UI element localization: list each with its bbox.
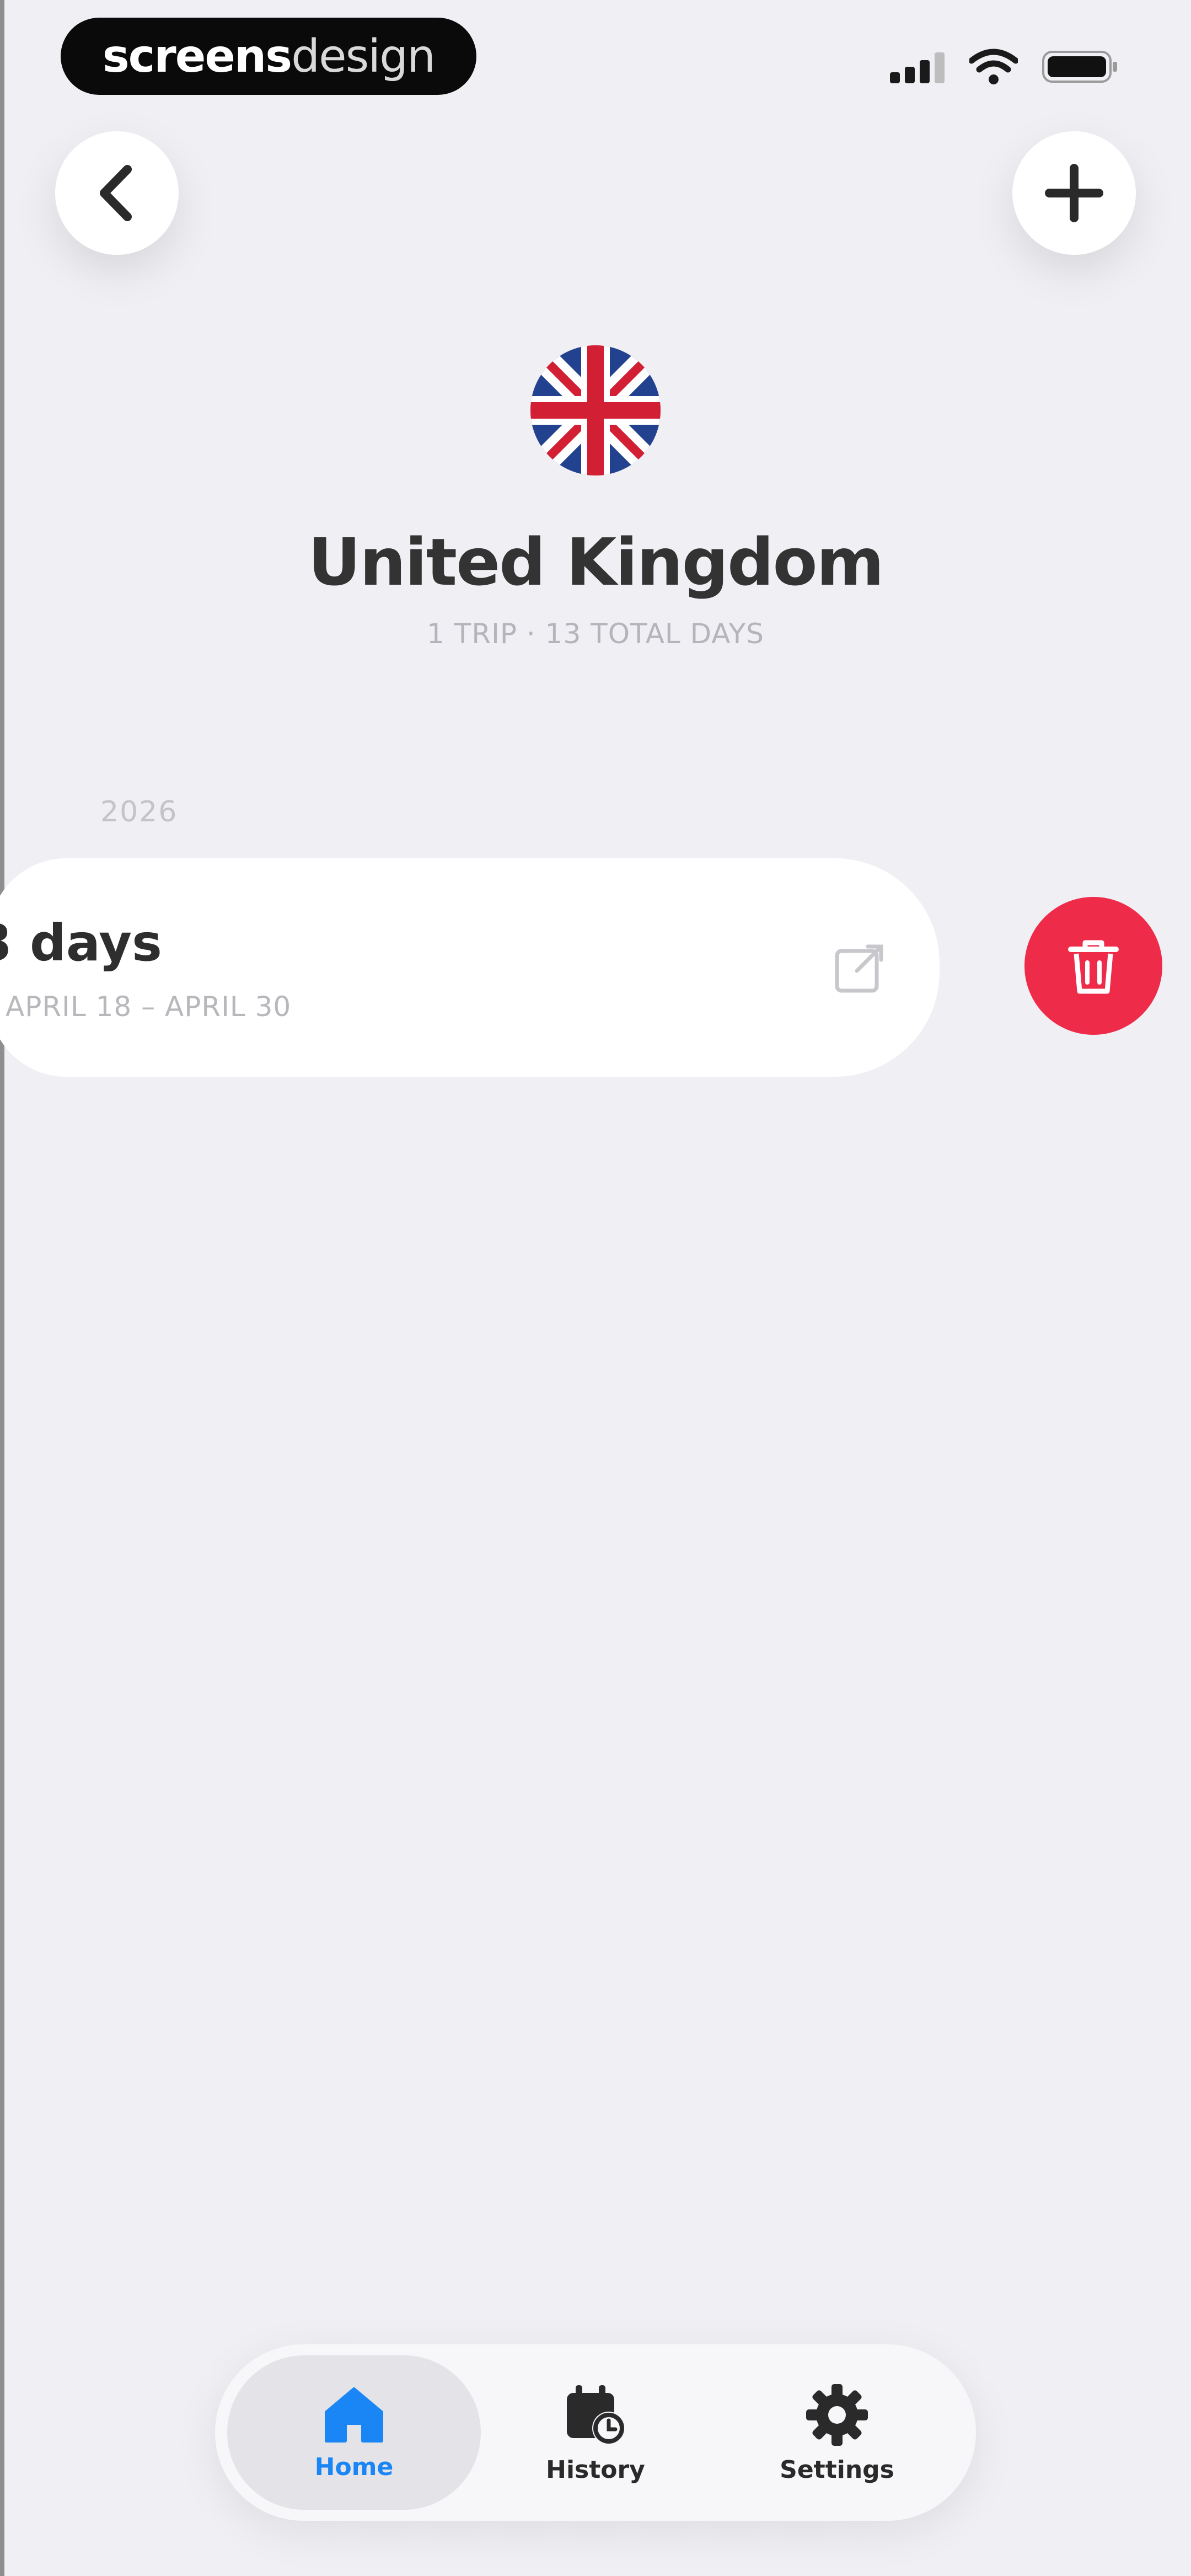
edit-icon[interactable] [827, 937, 891, 1001]
watermark-badge: screens design [61, 18, 476, 95]
back-button[interactable] [55, 131, 179, 255]
trip-card[interactable]: 13 days APRIL 18 – APRIL 30 [0, 858, 940, 1077]
country-name: United Kingdom [308, 524, 884, 600]
add-trip-button[interactable] [1012, 131, 1136, 255]
home-icon [325, 2387, 383, 2443]
tab-settings[interactable]: Settings [710, 2355, 964, 2510]
trip-days: 13 days [0, 913, 162, 972]
trip-date-range: APRIL 18 – APRIL 30 [6, 991, 292, 1023]
tab-history[interactable]: History [469, 2355, 722, 2510]
tab-home-label: Home [314, 2452, 394, 2481]
tab-home[interactable]: Home [227, 2355, 481, 2510]
uk-flag-icon [530, 345, 661, 475]
country-summary: 1 TRIP · 13 TOTAL DAYS [427, 618, 764, 650]
badge-secondary-text: design [291, 30, 436, 83]
delete-trip-button[interactable] [1024, 897, 1162, 1035]
trash-icon [1068, 940, 1119, 994]
tab-history-label: History [546, 2455, 645, 2484]
badge-primary-text: screens [102, 30, 292, 83]
tab-bar: Home History Settings [215, 2344, 976, 2521]
year-section-label: 2026 [100, 795, 178, 829]
plus-icon [1045, 164, 1103, 222]
battery-icon [1042, 51, 1117, 83]
screen-edge [0, 0, 4, 2576]
tab-settings-label: Settings [780, 2455, 894, 2484]
chevron-left-icon [100, 165, 132, 221]
cellular-signal-icon [890, 52, 945, 83]
calendar-clock-icon [567, 2385, 625, 2445]
wifi-icon [969, 49, 1018, 84]
gear-icon [806, 2383, 868, 2446]
status-icons [890, 43, 1119, 90]
